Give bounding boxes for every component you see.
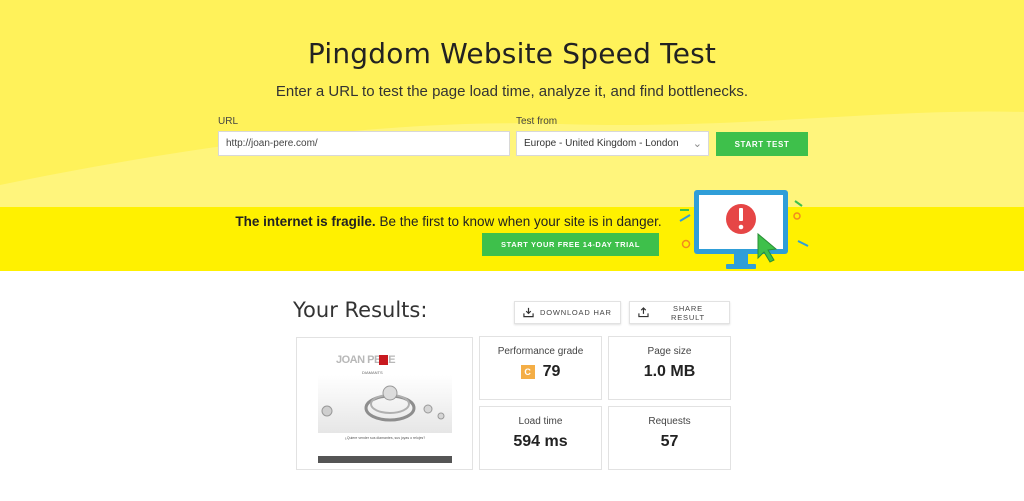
performance-score: 79 [542,363,561,380]
download-icon [523,307,534,318]
chevron-down-icon: ⌄ [692,138,702,150]
url-input[interactable] [218,131,510,156]
screenshot-logo-mark [379,355,388,365]
performance-grade-value: C 79 [480,363,601,381]
results-title: Your Results: [293,298,428,322]
download-har-button[interactable]: DOWNLOAD HAR [514,301,621,324]
page-title: Pingdom Website Speed Test [307,37,717,70]
share-result-button[interactable]: SHARE RESULT [629,301,730,324]
website-screenshot: JOAN PERE DIAMANTS ¿Quiere vender sus di… [318,348,452,463]
load-time-card: Load time 594 ms [479,406,602,470]
test-location-select[interactable]: Europe - United Kingdom - London ⌄ [516,131,709,156]
page-size-card: Page size 1.0 MB [608,336,731,400]
test-location-value: Europe - United Kingdom - London [524,138,679,149]
requests-label: Requests [648,416,691,427]
requests-value: 57 [660,433,679,450]
page-size-label: Page size [647,346,692,357]
share-icon [638,307,649,318]
download-har-label: DOWNLOAD HAR [540,308,612,317]
load-time-label: Load time [518,416,563,427]
banner-bold-text: The internet is fragile. [235,214,376,229]
hero-section [0,0,1024,207]
website-screenshot-card: JOAN PERE DIAMANTS ¿Quiere vender sus di… [296,337,473,470]
performance-grade-card: Performance grade C 79 [479,336,602,400]
ring-icon [321,385,445,422]
test-from-label: Test from [516,116,558,127]
load-time-value: 594 ms [513,433,568,450]
share-result-label: SHARE RESULT [671,303,705,322]
page-subtitle: Enter a URL to test the page load time, … [275,83,749,100]
hero-wave-background [0,111,1024,207]
start-test-button[interactable]: START TEST [716,132,808,156]
screenshot-caption: ¿Quiere vender sus diamantes, sus joyas … [344,436,426,440]
grade-badge: C [520,365,535,379]
screenshot-ring-photo [318,375,452,433]
page-size-value: 1.0 MB [643,363,696,380]
free-trial-button[interactable]: START YOUR FREE 14-DAY TRIAL [482,233,659,256]
screenshot-footer [318,456,452,463]
url-label: URL [218,116,239,127]
banner-body-text: Be the first to know when your site is i… [375,214,662,229]
requests-card: Requests 57 [608,406,731,470]
monitor-alert-icon [679,190,809,269]
performance-grade-label: Performance grade [497,346,584,357]
